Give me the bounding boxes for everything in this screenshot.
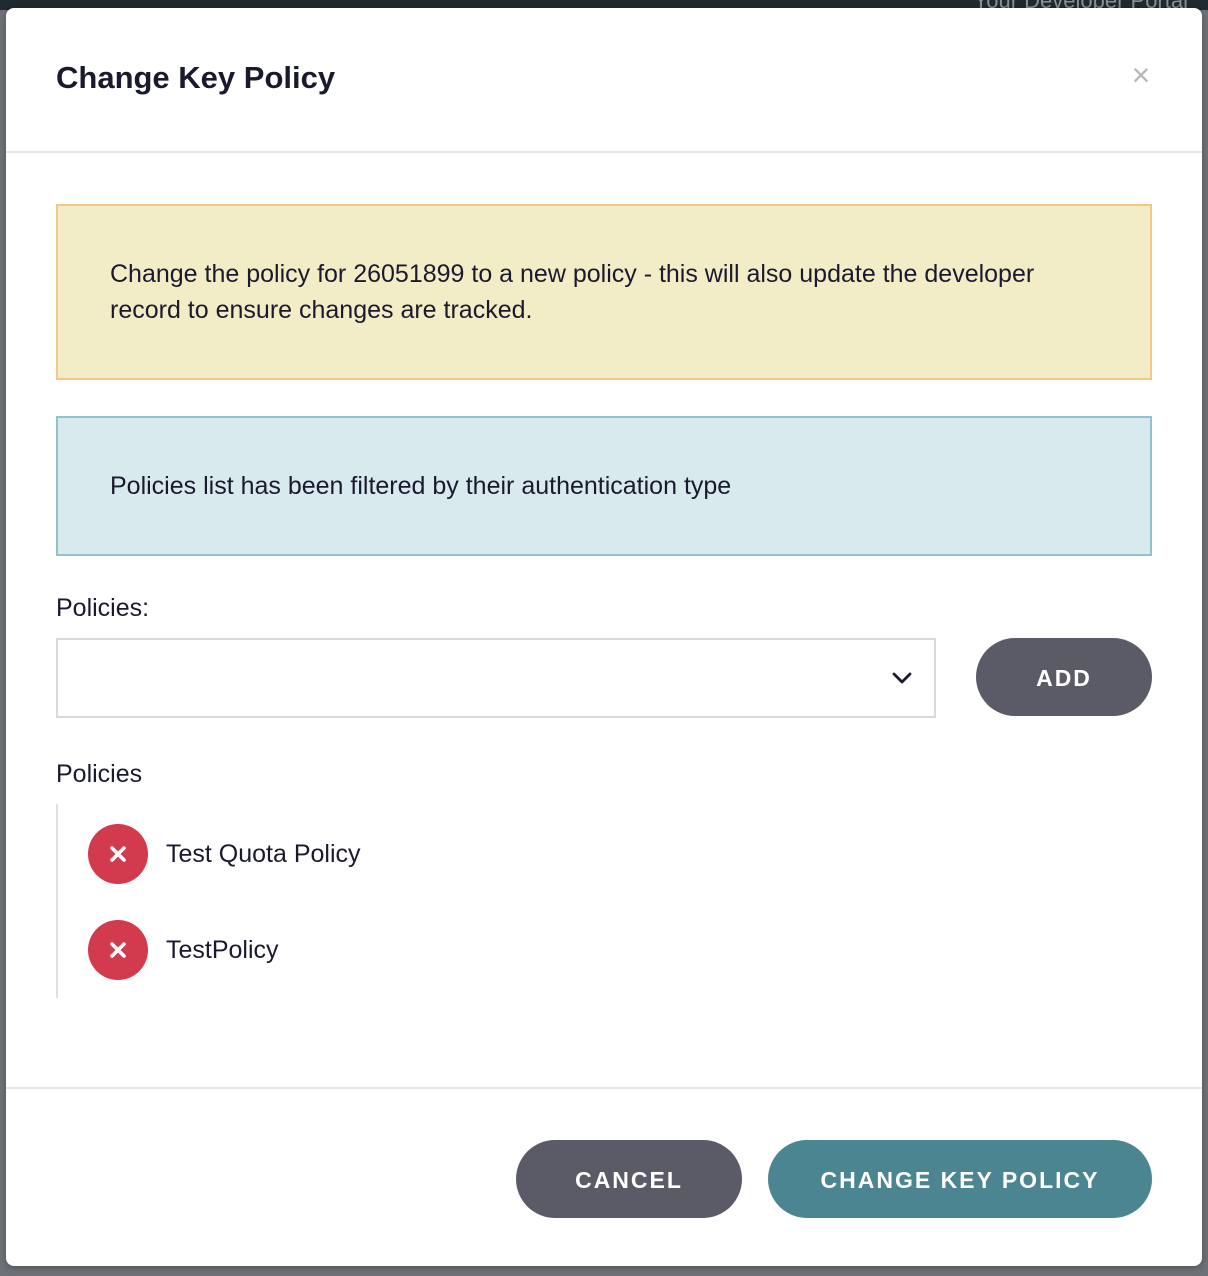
list-item: TestPolicy xyxy=(88,920,279,980)
modal-header: Change Key Policy × xyxy=(6,8,1202,153)
modal-title: Change Key Policy xyxy=(56,60,336,95)
warning-alert-text: Change the policy for 26051899 to a new … xyxy=(110,260,1035,324)
close-icon[interactable]: × xyxy=(1126,58,1156,92)
info-alert: Policies list has been filtered by their… xyxy=(56,416,1152,556)
cancel-button[interactable]: CANCEL xyxy=(516,1140,742,1218)
chevron-down-icon xyxy=(892,672,912,684)
add-policy-button[interactable]: ADD xyxy=(976,638,1152,716)
policies-list: Test Quota Policy TestPolicy xyxy=(56,804,656,998)
policy-name: Test Quota Policy xyxy=(166,839,361,868)
remove-x-icon xyxy=(110,846,126,862)
policies-field-label: Policies: xyxy=(56,594,150,622)
remove-policy-button[interactable] xyxy=(88,920,148,980)
policy-name: TestPolicy xyxy=(166,935,279,964)
change-key-policy-button[interactable]: CHANGE KEY POLICY xyxy=(768,1140,1152,1218)
list-item: Test Quota Policy xyxy=(88,824,361,884)
remove-x-icon xyxy=(110,942,126,958)
info-alert-text: Policies list has been filtered by their… xyxy=(110,472,732,500)
remove-policy-button[interactable] xyxy=(88,824,148,884)
change-key-policy-modal: Change Key Policy × Change the policy fo… xyxy=(6,8,1202,1266)
policies-select[interactable] xyxy=(56,638,936,718)
modal-footer-divider xyxy=(6,1087,1202,1089)
warning-alert: Change the policy for 26051899 to a new … xyxy=(56,204,1152,380)
policies-list-title: Policies xyxy=(56,760,143,788)
